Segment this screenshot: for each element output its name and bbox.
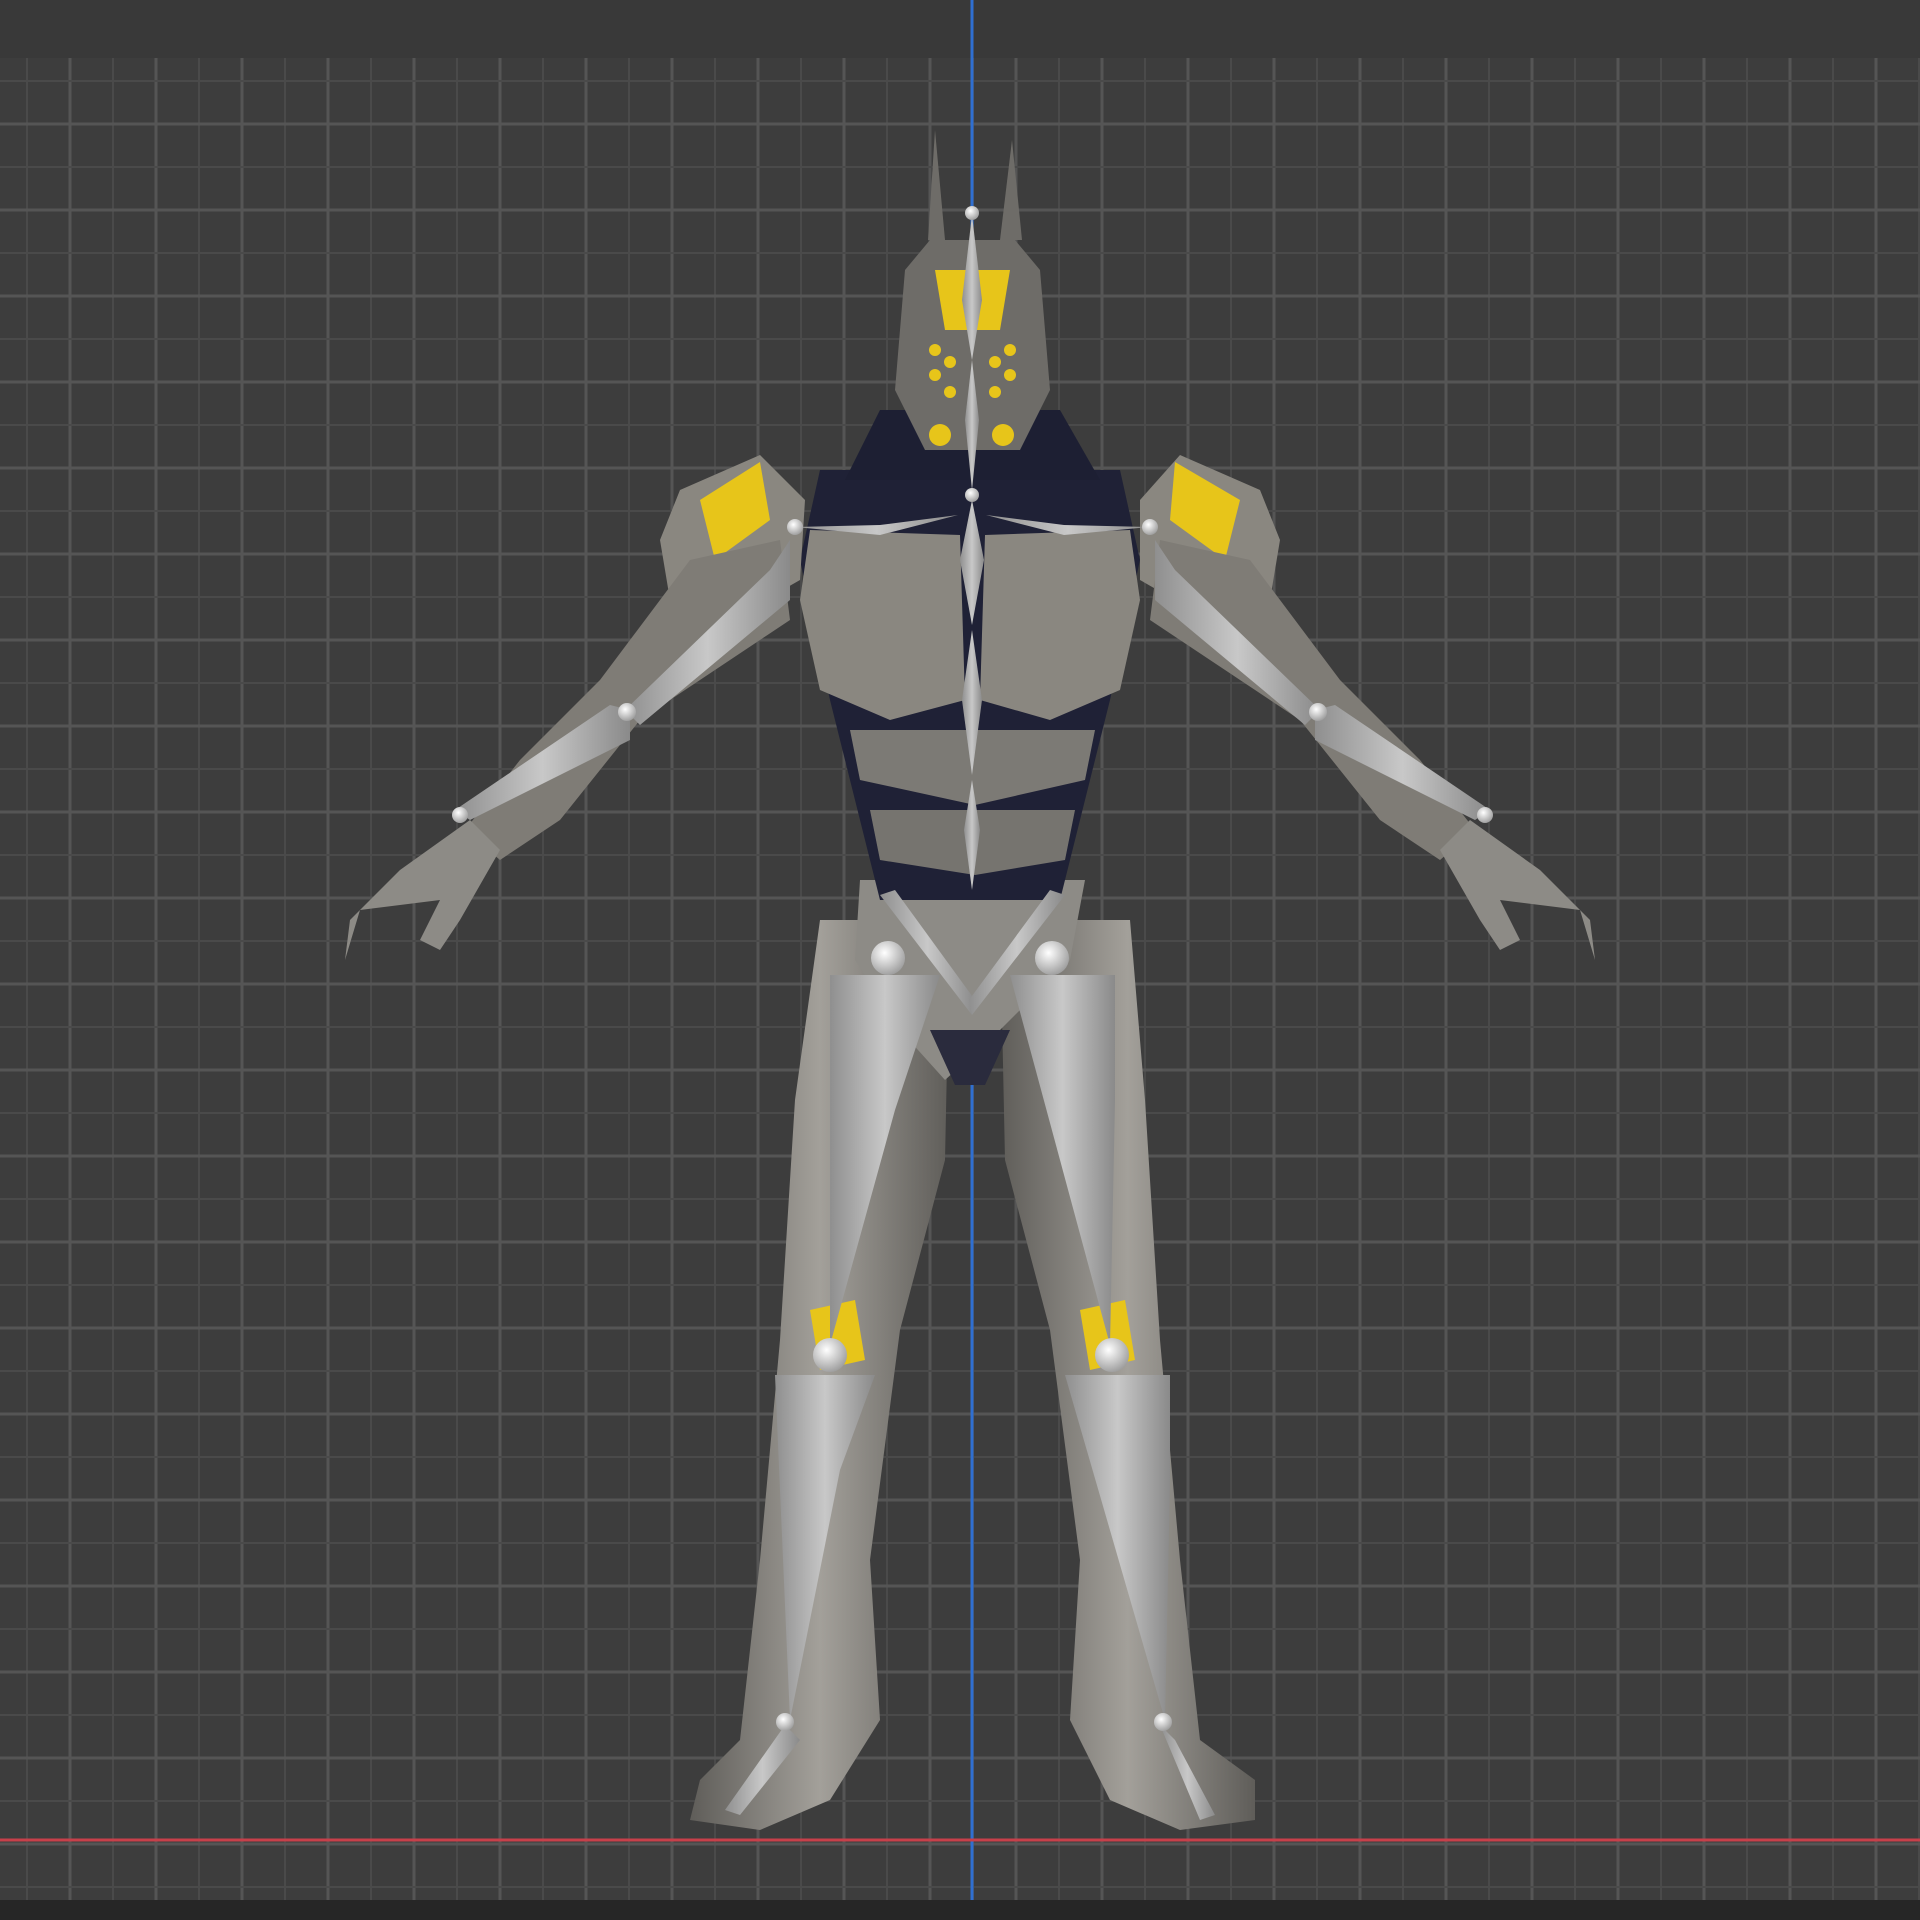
bottom-edge	[0, 1900, 1920, 1920]
joint-left-ankle[interactable]	[776, 1713, 794, 1731]
right-chest-plate	[980, 530, 1140, 720]
joint-right-ankle[interactable]	[1154, 1713, 1172, 1731]
joint-left-shoulder[interactable]	[787, 519, 803, 535]
joint-right-hip[interactable]	[1035, 941, 1069, 975]
joint-right-shoulder[interactable]	[1142, 519, 1158, 535]
header-band	[0, 0, 1920, 58]
joint-left-hip[interactable]	[871, 941, 905, 975]
joint-head-tip[interactable]	[965, 206, 979, 220]
joint-right-elbow[interactable]	[1309, 703, 1327, 721]
viewport-canvas[interactable]	[0, 0, 1920, 1920]
joint-right-wrist[interactable]	[1477, 807, 1493, 823]
3d-viewport[interactable]	[0, 0, 1920, 1920]
joint-right-knee[interactable]	[1095, 1338, 1129, 1372]
joint-left-wrist[interactable]	[452, 807, 468, 823]
joint-left-elbow[interactable]	[618, 703, 636, 721]
joint-left-knee[interactable]	[813, 1338, 847, 1372]
joint-neck-base[interactable]	[965, 488, 979, 502]
left-chest-plate	[800, 530, 965, 720]
